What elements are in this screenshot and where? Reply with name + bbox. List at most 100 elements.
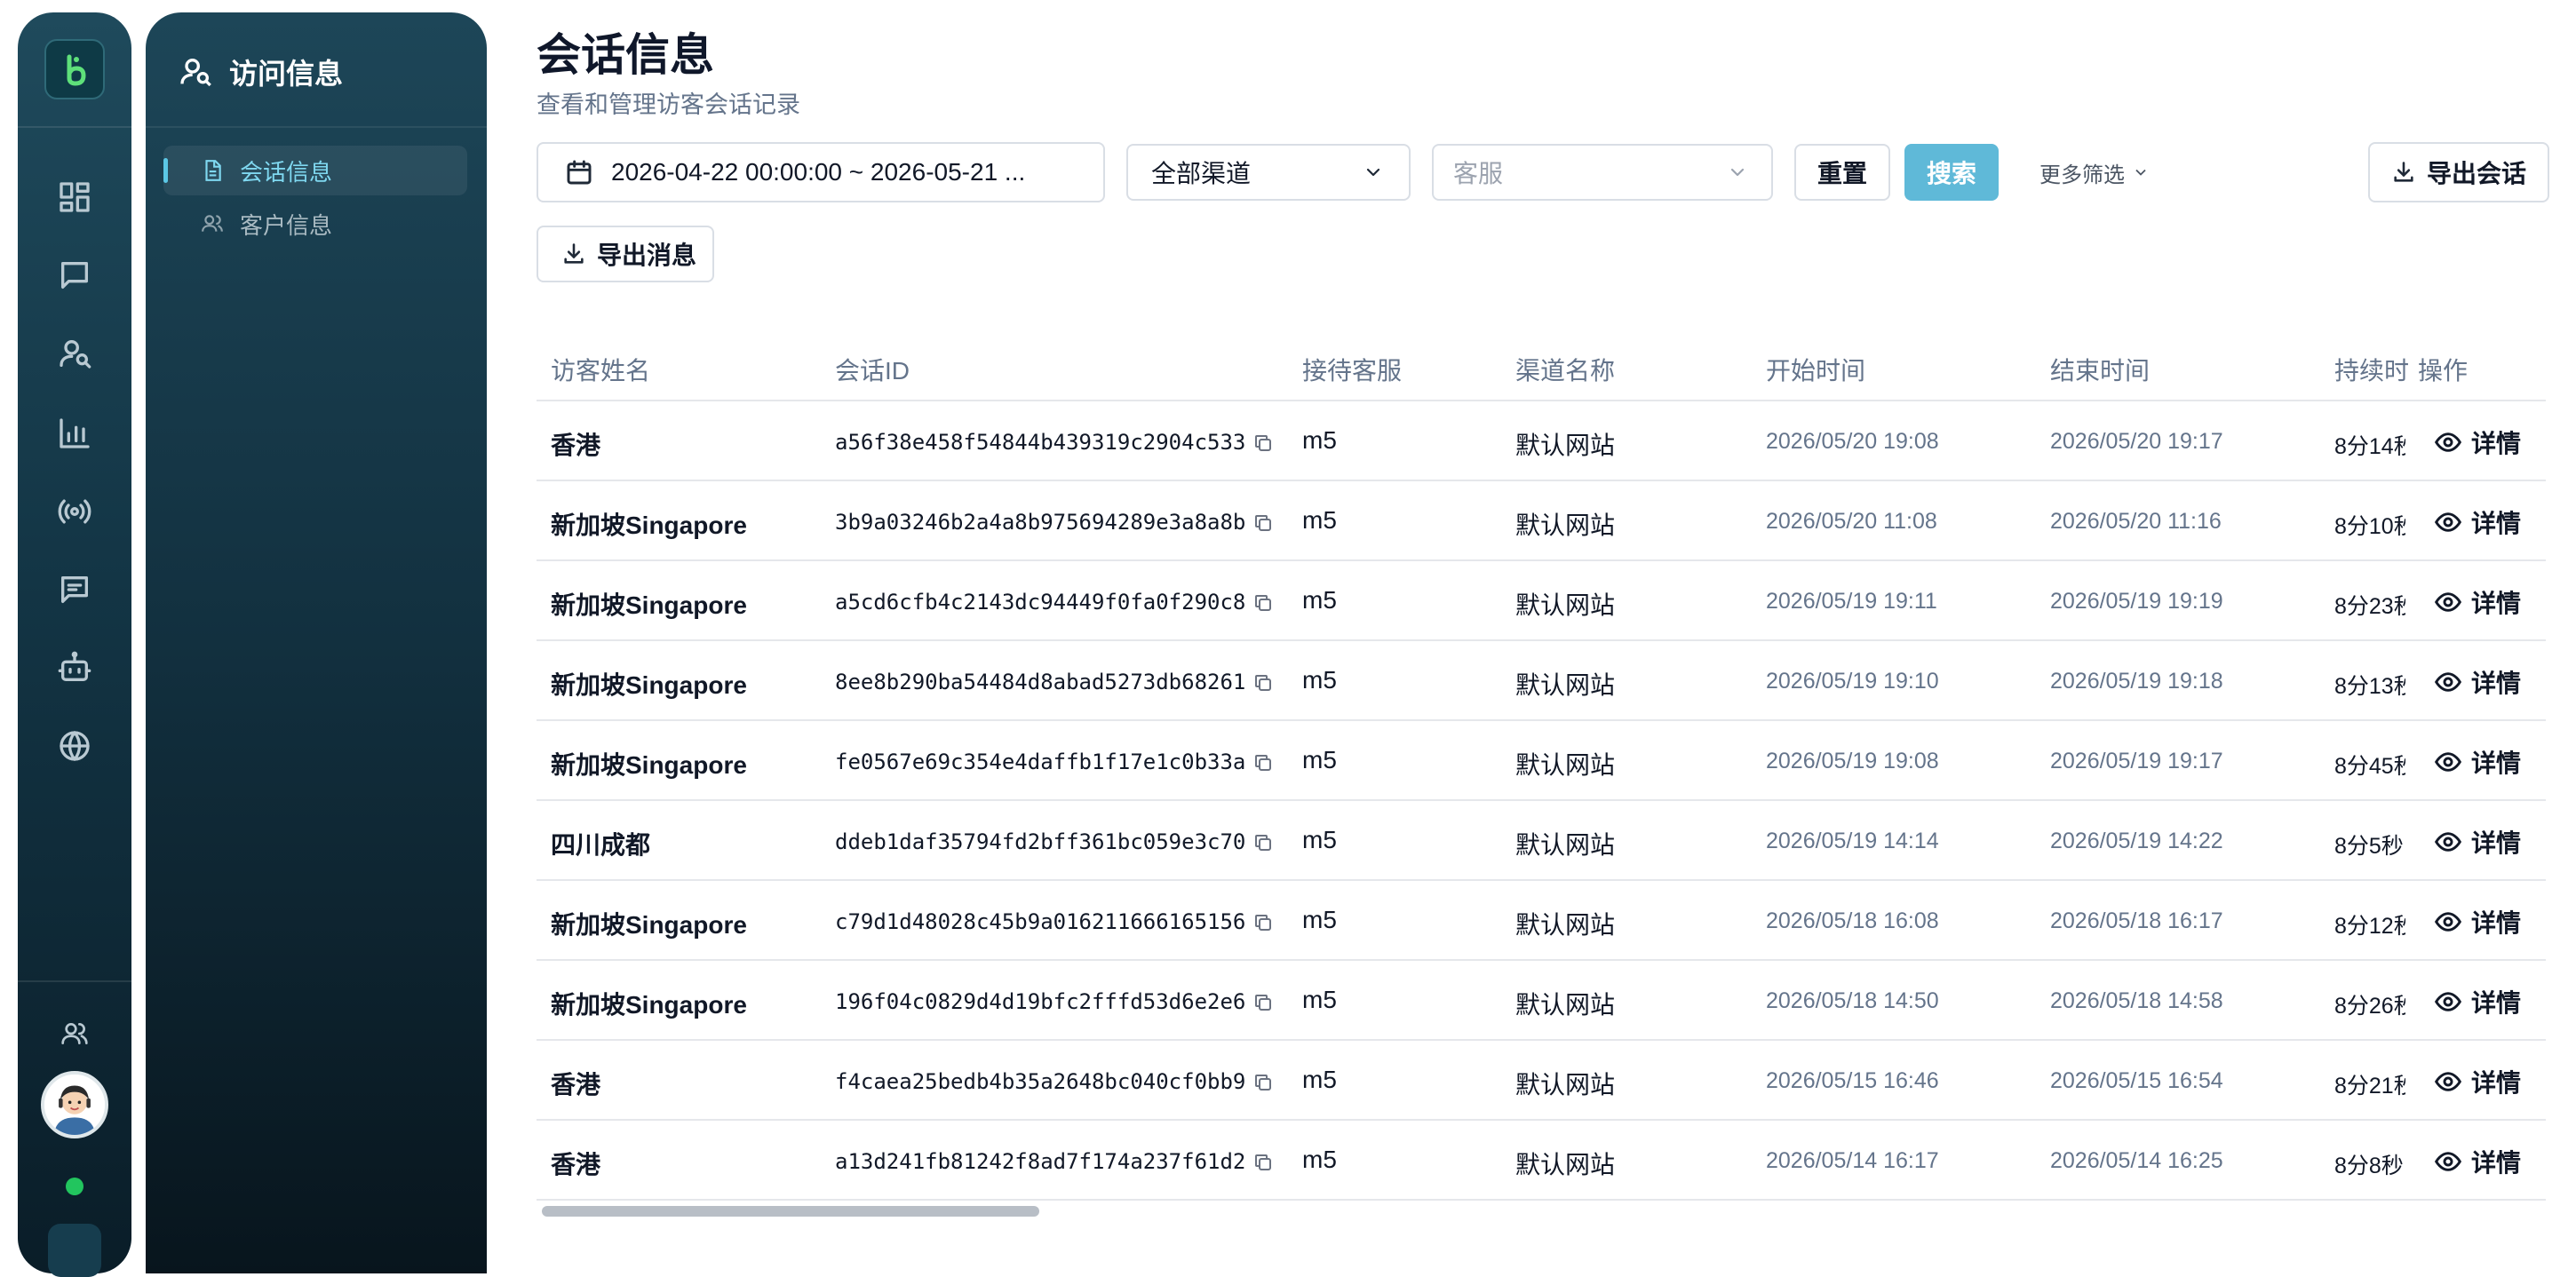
horizontal-scrollbar[interactable] [542,1206,1039,1217]
details-button[interactable]: 详情 [2434,504,2521,540]
sidebar-item-conversations[interactable]: 会话信息 [163,146,467,195]
eye-icon [2434,828,2462,856]
session-id: f4caea25bedb4b35a2648bc040cf0bb9 [835,1069,1246,1094]
eye-icon [2434,987,2462,1016]
messages-icon[interactable] [53,568,96,611]
details-button[interactable]: 详情 [2434,824,2521,860]
start-time: 2026/05/19 14:14 [1766,829,1939,853]
table-row: 香港 a13d241fb81242f8ad7f174a237f61d2 m5 默认网站… [537,1121,2546,1201]
start-time: 2026/05/20 11:08 [1766,509,1937,534]
duration: 8分23秒 [2334,594,2405,619]
details-label: 详情 [2471,590,2522,617]
channel-select[interactable]: 全部渠道 [1126,144,1411,201]
globe-icon[interactable] [53,725,96,767]
visitor-name: 新加坡Singapore [551,512,747,539]
date-range-value: 2026-04-22 00:00:00 ~ 2026-05-21 ... [611,158,1026,186]
end-time: 2026/05/15 16:54 [2050,1068,2223,1093]
details-label: 详情 [2471,510,2522,537]
eye-icon [2434,668,2462,696]
channel-name: 默认网站 [1515,671,1616,699]
reset-button[interactable]: 重置 [1794,144,1890,201]
visitor-name: 新加坡Singapore [551,751,747,779]
collapse-button[interactable] [48,1224,101,1277]
visitor-search-icon [180,59,211,87]
agent-name: m5 [1302,746,1337,773]
details-button[interactable]: 详情 [2434,904,2521,940]
bot-icon[interactable] [53,646,96,689]
agent-select[interactable]: 客服 [1432,144,1773,201]
visitor-name: 香港 [551,432,601,459]
chevron-down-icon [2135,169,2146,176]
export-messages-button[interactable]: 导出消息 [537,226,714,282]
more-filters-toggle[interactable]: 更多筛选 [2039,144,2150,201]
copy-icon[interactable] [1252,751,1274,773]
details-button[interactable]: 详情 [2434,584,2521,620]
users-icon [202,215,223,232]
start-time: 2026/05/20 19:08 [1766,429,1939,454]
table-row: 新加坡Singapore fe0567e69c354e4daffb1f17e1c0… [537,721,2546,801]
user-avatar[interactable] [41,1071,108,1138]
app-logo[interactable] [44,39,105,99]
details-button[interactable]: 详情 [2434,1144,2521,1179]
sidebar-item-customers[interactable]: 客户信息 [163,199,467,249]
export-conversations-button[interactable]: 导出会话 [2368,142,2549,202]
details-button[interactable]: 详情 [2434,664,2521,700]
details-label: 详情 [2471,1069,2522,1097]
dashboard-icon[interactable] [53,176,96,218]
details-button[interactable]: 详情 [2434,1064,2521,1099]
session-id: ddeb1daf35794fd2bff361bc059e3c70 [835,829,1246,854]
visitor-name: 新加坡Singapore [551,991,747,1019]
more-filters-label: 更多筛选 [2039,163,2125,187]
channel-name: 默认网站 [1515,512,1616,539]
copy-icon[interactable] [1252,591,1274,613]
details-label: 详情 [2471,670,2522,697]
details-label: 详情 [2471,909,2522,937]
table-row: 新加坡Singapore 8ee8b290ba54484d8abad5273db6… [537,641,2546,721]
copy-icon[interactable] [1252,512,1274,533]
details-button[interactable]: 详情 [2434,424,2521,460]
duration: 8分13秒 [2334,674,2405,699]
copy-icon[interactable] [1252,1071,1274,1092]
agent-name: m5 [1302,1066,1337,1093]
session-id: c79d1d48028c45b9a016211666165156 [835,909,1246,934]
agent-name: m5 [1302,586,1337,614]
channel-name: 默认网站 [1515,591,1616,619]
copy-icon[interactable] [1252,991,1274,1012]
team-icon[interactable] [53,1012,96,1055]
channel-name: 默认网站 [1515,1151,1616,1178]
search-button[interactable]: 搜索 [1904,144,1999,201]
end-time: 2026/05/19 14:22 [2050,829,2223,853]
analytics-icon[interactable] [53,412,96,455]
details-button[interactable]: 详情 [2434,984,2521,1019]
channel-name: 默认网站 [1515,1071,1616,1099]
details-label: 详情 [2471,989,2522,1017]
broadcast-icon[interactable] [53,490,96,533]
copy-icon[interactable] [1252,911,1274,932]
details-label: 详情 [2471,750,2522,777]
table-body: 香港 a56f38e458f54844b439319c2904c533 m5 默认网站… [537,401,2546,1201]
duration: 8分26秒 [2334,994,2405,1019]
session-id: 3b9a03246b2a4a8b975694289e3a8a8b [835,510,1246,535]
visitor-search-icon[interactable] [53,332,96,375]
end-time: 2026/05/18 16:17 [2050,908,2223,933]
details-button[interactable]: 详情 [2434,744,2521,780]
document-icon [205,160,221,181]
start-time: 2026/05/19 19:08 [1766,749,1939,773]
eye-icon [2434,588,2462,616]
agent-select-placeholder: 客服 [1453,160,1504,187]
main-content: 会话信息 查看和管理访客会话记录 2026-04-22 00:00:00 ~ 2… [537,0,2576,1245]
table-row: 新加坡Singapore c79d1d48028c45b9a01621166616… [537,881,2546,961]
table-row: 新加坡Singapore 196f04c0829d4d19bfc2fffd53d6… [537,961,2546,1041]
eye-icon [2434,908,2462,936]
copy-icon[interactable] [1252,831,1274,853]
end-time: 2026/05/19 19:17 [2050,749,2223,773]
duration: 8分45秒 [2334,754,2405,779]
page-subtitle: 查看和管理访客会话记录 [537,91,800,118]
chat-icon[interactable] [53,254,96,297]
copy-icon[interactable] [1252,1151,1274,1172]
copy-icon[interactable] [1252,432,1274,453]
date-range-picker[interactable]: 2026-04-22 00:00:00 ~ 2026-05-21 ... [537,142,1105,202]
start-time: 2026/05/18 16:08 [1766,908,1939,933]
copy-icon[interactable] [1252,671,1274,693]
agent-name: m5 [1302,426,1337,454]
